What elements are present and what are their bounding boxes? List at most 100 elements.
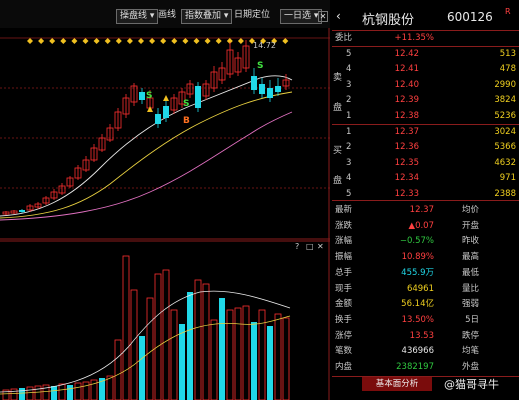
bid-row[interactable]: 3 12.35 4632: [332, 156, 519, 171]
ask-volume: 3824: [494, 95, 516, 106]
bid-level: 1: [346, 127, 352, 137]
bid-row[interactable]: 1 12.37 3024: [332, 125, 519, 140]
settings-icon[interactable]: ?: [295, 242, 299, 251]
ask-price: 12.40: [394, 79, 419, 90]
back-chevron-icon[interactable]: ‹: [336, 9, 341, 23]
volume-bar: [122, 255, 130, 400]
volume-bar: [114, 339, 122, 400]
quote-value: 12.37: [409, 205, 434, 215]
quote-value: 13.53: [409, 330, 434, 341]
event-diamond: [193, 38, 200, 44]
ask-price: 12.39: [394, 95, 419, 106]
index-overlay-button[interactable]: 指数叠加 ▾: [181, 9, 233, 24]
bid-level: 3: [346, 157, 352, 168]
volume-bar: [130, 289, 138, 400]
quote-row: 换手 13.50% 5日: [332, 313, 519, 328]
volume-bar: [274, 313, 282, 400]
quote-label: 涨跌: [335, 220, 353, 231]
candle-body: [155, 114, 161, 124]
event-diamond: [204, 38, 211, 44]
draw-line-button[interactable]: 画线: [158, 9, 176, 22]
candle-body: [163, 106, 169, 118]
up-arrow-marker: [147, 106, 153, 112]
ask-side-label: 盘: [333, 103, 343, 113]
order-ratio-label: 委比: [335, 33, 353, 43]
event-diamond: [160, 38, 167, 44]
quote-value: 56.14亿: [401, 299, 434, 310]
ask-row[interactable]: 2 12.39 3824: [332, 93, 519, 108]
quote-value: 455.9万: [401, 267, 434, 278]
chart-toolbar: 操盘线 ▾ 画线 指数叠加 ▾ 日期定位 一日选 ▾ ✕: [0, 0, 330, 28]
ma-line-yellow: [0, 91, 293, 219]
event-diamond: [38, 38, 45, 44]
event-diamond: [215, 38, 222, 44]
signal-marker: S: [146, 91, 152, 101]
candle-body: [267, 88, 273, 98]
quote-panel: ‹ 杭钢股份 600126 R 委比 +11.35% 5 12.42 513 4 12.…: [332, 0, 519, 400]
candlestick-chart[interactable]: 14.72 S S S B: [0, 28, 330, 240]
period-select-button[interactable]: 操盘线 ▾: [116, 9, 159, 24]
bid-volume: 4632: [494, 157, 516, 168]
date-locate-button[interactable]: 日期定位: [234, 9, 270, 22]
bid-row[interactable]: 4 12.34 971: [332, 171, 519, 186]
quote-label: 笔数: [335, 346, 353, 357]
quote-row: 金额 56.14亿 强弱: [332, 297, 519, 312]
order-ratio-row: 委比 +11.35%: [332, 31, 519, 46]
candle-body: [251, 76, 257, 90]
bid-volume: 971: [499, 173, 516, 184]
quote-row: 最新 12.37 均价: [332, 203, 519, 218]
volume-bar: [234, 307, 242, 400]
quote-row: 笔数 436966 均笔: [332, 344, 519, 359]
ask-row[interactable]: 1 12.38 5236: [332, 109, 519, 124]
order-ratio-value: +11.35%: [394, 33, 434, 43]
quote-label-2: 强弱: [461, 299, 479, 310]
volume-bar: [154, 273, 162, 400]
event-diamond: [27, 38, 33, 44]
ask-level: 4: [346, 64, 352, 75]
quote-label-2: 昨收: [461, 236, 479, 247]
bid-volume: 3024: [494, 127, 516, 137]
volume-bar: [194, 279, 202, 400]
bid-level: 4: [346, 173, 352, 184]
ask-price: 12.41: [394, 64, 419, 75]
candle-body: [259, 84, 265, 94]
quote-label: 内盘: [335, 362, 353, 372]
fundamental-analysis-button[interactable]: 基本面分析: [362, 377, 432, 391]
quote-label-2: 5日: [465, 314, 479, 325]
quote-label: 现手: [335, 283, 353, 294]
candles: [2, 40, 290, 215]
quote-value: 10.89%: [401, 252, 434, 263]
quote-value: 64961: [406, 283, 434, 294]
volume-bar: [19, 388, 25, 400]
period-filter-select[interactable]: 一日选 ▾: [280, 9, 323, 24]
quote-label: 金额: [335, 299, 353, 310]
close-icon[interactable]: ✕: [318, 11, 328, 22]
ask-row[interactable]: 4 12.41 478: [332, 62, 519, 77]
bid-level: 2: [346, 142, 352, 153]
volume-bar: [170, 309, 178, 400]
volume-bar: [146, 297, 154, 400]
volume-bar: [267, 326, 273, 400]
ask-row[interactable]: 5 12.42 513: [332, 47, 519, 62]
volume-chart[interactable]: ? □ ✕: [0, 240, 330, 400]
index-overlay-label: 指数叠加: [185, 11, 222, 21]
quote-label: 涨停: [335, 330, 353, 341]
ask-row[interactable]: 3 12.40 2990: [332, 78, 519, 93]
close-icon[interactable]: ✕: [317, 242, 324, 251]
quote-label-2: 最高: [461, 252, 479, 263]
quote-value: 436966: [401, 346, 434, 357]
event-diamond: [282, 38, 289, 44]
ask-level: 5: [346, 49, 352, 59]
window-icon[interactable]: □: [306, 242, 314, 251]
volume-bar: [202, 283, 210, 400]
quote-label-2: 跌停: [461, 330, 479, 341]
bid-row[interactable]: 2 12.36 5366: [332, 140, 519, 155]
quote-label-2: 最低: [461, 267, 479, 278]
bid-price: 12.36: [394, 142, 419, 153]
quote-label: 总手: [335, 267, 353, 278]
event-diamond: [49, 38, 56, 44]
volume-bar: [282, 317, 290, 400]
ask-volume: 478: [499, 64, 516, 75]
stock-name: 杭钢股份: [362, 13, 415, 28]
volume-bar: [179, 324, 185, 400]
